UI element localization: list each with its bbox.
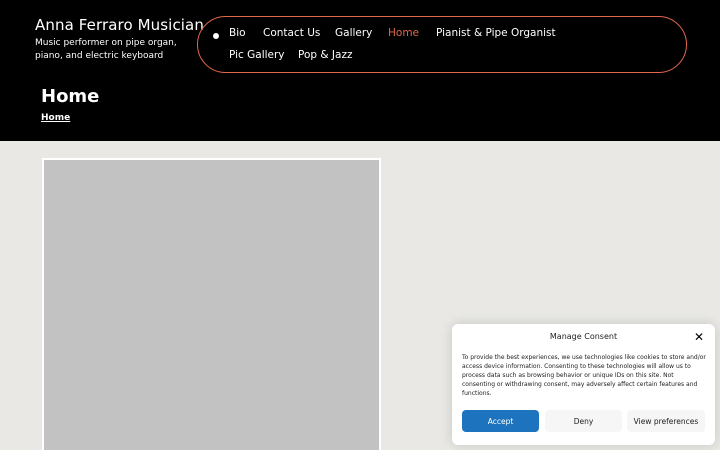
- nav-item-bio[interactable]: Bio: [229, 27, 246, 39]
- site-title[interactable]: Anna Ferraro Musician: [35, 16, 204, 34]
- nav-item-pic-gallery[interactable]: Pic Gallery: [229, 49, 285, 61]
- nav-item-pop-jazz[interactable]: Pop & Jazz: [298, 49, 352, 61]
- nav-item-contact-us[interactable]: Contact Us: [263, 27, 320, 39]
- page-title: Home: [41, 86, 100, 107]
- consent-title: Manage Consent: [549, 332, 618, 341]
- main-navigation: Bio Contact Us Gallery Home Pianist & Pi…: [197, 16, 687, 73]
- site-header: Anna Ferraro Musician Music performer on…: [0, 0, 720, 141]
- nav-item-home[interactable]: Home: [388, 27, 419, 39]
- cookie-consent-dialog: Manage Consent ✕ To provide the best exp…: [452, 324, 715, 445]
- accept-button[interactable]: Accept: [462, 410, 539, 432]
- consent-message: To provide the best experiences, we use …: [462, 354, 706, 397]
- featured-image-placeholder: [42, 158, 381, 450]
- deny-button[interactable]: Deny: [545, 410, 622, 432]
- bullet-icon: [213, 33, 219, 39]
- nav-item-pianist-pipe-organist[interactable]: Pianist & Pipe Organist: [436, 27, 556, 39]
- site-tagline: Music performer on pipe organ, piano, an…: [35, 38, 177, 61]
- nav-item-gallery[interactable]: Gallery: [335, 27, 372, 39]
- view-preferences-button[interactable]: View preferences: [627, 410, 705, 432]
- breadcrumb[interactable]: Home: [41, 113, 70, 123]
- close-icon[interactable]: ✕: [694, 331, 704, 343]
